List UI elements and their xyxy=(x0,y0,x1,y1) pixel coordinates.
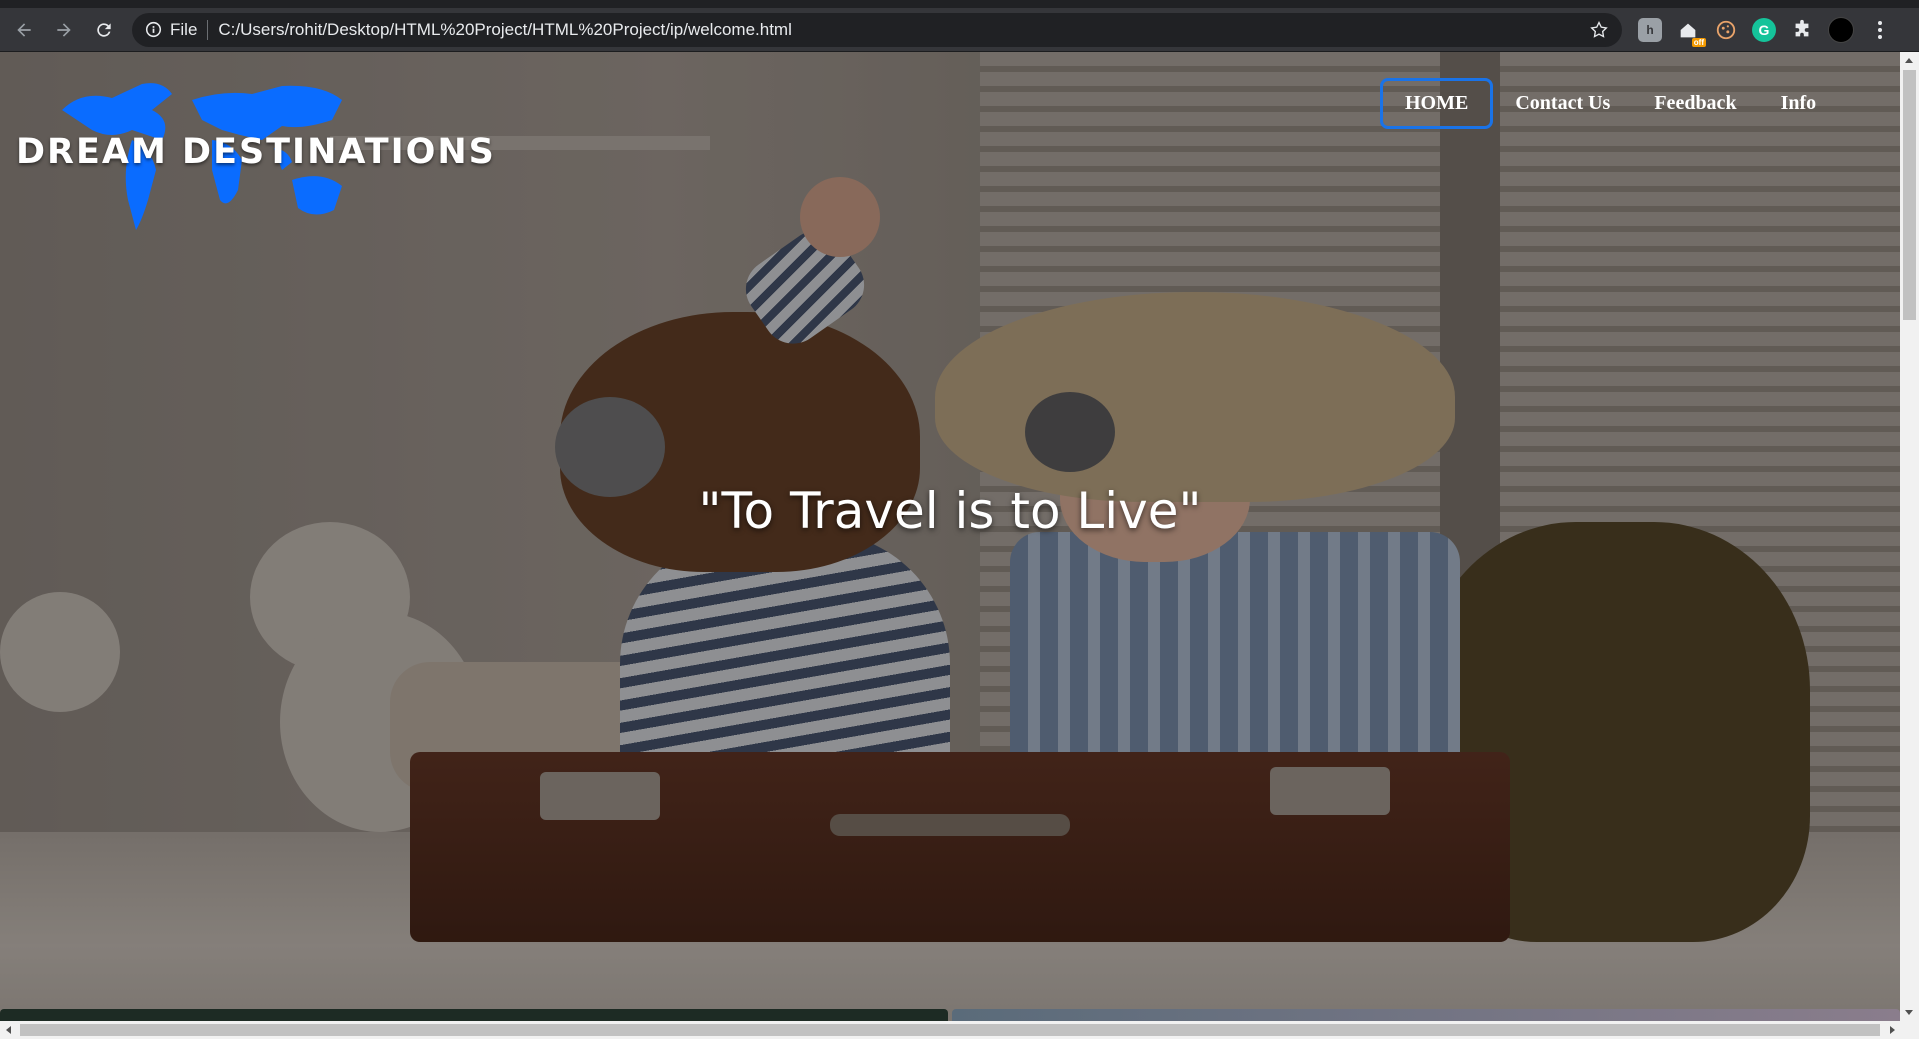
hero-tagline: "To Travel is to Live" xyxy=(698,482,1202,540)
horizontal-scrollbar[interactable] xyxy=(0,1021,1919,1039)
extension-h-icon[interactable]: h xyxy=(1638,17,1662,42)
nav-contact-us[interactable]: Contact Us xyxy=(1493,80,1632,127)
vertical-scroll-thumb[interactable] xyxy=(1903,70,1916,320)
browser-menu-icon[interactable] xyxy=(1870,20,1890,39)
browser-toolbar: File C:/Users/rohit/Desktop/HTML%20Proje… xyxy=(0,8,1919,52)
arrow-left-icon xyxy=(17,22,31,37)
off-badge: off xyxy=(1691,37,1706,47)
grammarly-label: G xyxy=(1758,21,1770,38)
address-bar[interactable]: File C:/Users/rohit/Desktop/HTML%20Proje… xyxy=(132,12,1622,47)
scroll-up-arrow[interactable] xyxy=(1905,58,1913,63)
profile-avatar[interactable] xyxy=(1828,16,1854,43)
next-section-card-right xyxy=(952,1009,1900,1021)
main-nav: HOME Contact Us Feedback Info xyxy=(1380,78,1838,129)
scroll-right-arrow[interactable] xyxy=(1890,1026,1895,1034)
bookmark-star-icon[interactable] xyxy=(1588,19,1610,41)
file-scheme-label: File xyxy=(170,19,198,39)
separator xyxy=(207,19,209,40)
arrow-right-icon xyxy=(57,22,71,37)
nav-info[interactable]: Info xyxy=(1759,80,1839,127)
forward-button[interactable] xyxy=(48,14,80,46)
reload-button[interactable] xyxy=(88,14,120,46)
grammarly-extension-icon[interactable]: G xyxy=(1752,17,1776,42)
next-section-card-left xyxy=(0,1009,948,1021)
logo-text: DREAM DESTINATIONS xyxy=(16,132,496,172)
page-viewport: DREAM DESTINATIONS HOME Contact Us Feedb… xyxy=(0,52,1900,1021)
url-text[interactable]: C:/Users/rohit/Desktop/HTML%20Project/HT… xyxy=(218,20,1588,40)
extension-off-icon[interactable]: off xyxy=(1676,18,1706,47)
horizontal-scroll-thumb[interactable] xyxy=(20,1024,1880,1036)
back-button[interactable] xyxy=(8,14,40,46)
cookie-extension-icon[interactable] xyxy=(1714,18,1738,42)
tab-strip xyxy=(0,0,1919,8)
nav-feedback[interactable]: Feedback xyxy=(1632,80,1758,127)
extensions-area: h off G xyxy=(1638,16,1890,47)
scroll-left-arrow[interactable] xyxy=(6,1026,11,1034)
site-logo[interactable]: DREAM DESTINATIONS xyxy=(12,70,494,250)
vertical-scrollbar[interactable] xyxy=(1900,52,1919,1021)
reload-icon xyxy=(97,22,111,37)
info-icon[interactable] xyxy=(144,21,162,39)
extension-h-label: h xyxy=(1646,22,1654,37)
nav-home[interactable]: HOME xyxy=(1380,78,1494,129)
puzzle-icon[interactable] xyxy=(1790,18,1814,42)
scroll-down-arrow[interactable] xyxy=(1905,1010,1913,1015)
